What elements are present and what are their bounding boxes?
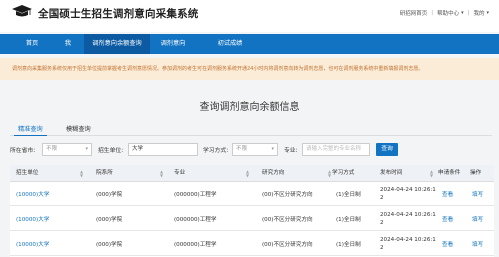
publish-time-line: 2 — [380, 195, 384, 201]
major-label: 专业: — [284, 148, 298, 154]
table-row: (10000)大学 (000)学院 (000000)工程学 (00)不区分研究方… — [10, 232, 494, 256]
nav-home[interactable]: 首页 — [14, 34, 50, 54]
view-conditions-link[interactable]: 查看 — [442, 240, 453, 248]
unit-link[interactable]: (10000)大学 — [16, 190, 49, 198]
dept-cell: (000)学院 — [96, 217, 123, 223]
top-links: 研招网首页 | 帮助中心 ▾ | 我的 ▾ — [400, 9, 489, 17]
view-conditions-link[interactable]: 查看 — [442, 190, 453, 198]
nav-quota-query[interactable]: 调剂意向余额查询 — [84, 34, 150, 54]
dept-cell: (000)学院 — [96, 192, 123, 198]
fill-in-link[interactable]: 填写 — [472, 190, 483, 198]
unit-input[interactable]: 大学 — [128, 143, 198, 156]
caret-down-icon[interactable]: ▾ — [486, 10, 489, 16]
nav-me[interactable]: 我 — [60, 34, 76, 54]
direction-cell: (00)不区分研究方向 — [262, 217, 313, 223]
col-study-mode: 学习方式 — [332, 170, 355, 176]
query-tabs: 精准查询 模糊查询 — [10, 122, 492, 136]
help-center-link[interactable]: 帮助中心 — [437, 9, 459, 17]
nav-intention[interactable]: 调剂意向 — [152, 34, 194, 54]
publish-time-cell: 2024-04-24 10:26:1 2 — [380, 211, 436, 227]
divider: | — [431, 10, 434, 16]
notice-banner: 调剂意向采集服务系统仅用于招生单位提前掌握考生调剂意愿情况。参加调剂的考生可在调… — [0, 58, 499, 80]
publish-time-line: 2024-04-24 10:26:1 — [380, 212, 436, 218]
province-value: 不限 — [46, 146, 58, 152]
fill-in-link[interactable]: 填写 — [472, 240, 483, 248]
unit-label: 招生单位: — [98, 148, 124, 154]
unit-link[interactable]: (10000)大学 — [16, 215, 49, 223]
table-row: (10000)大学 (000)学院 (000000)工程学 (00)不区分研究方… — [10, 207, 494, 231]
results-table: 招生单位 ▲ ▼ 院系所 ▲ ▼ 专业 ▲ ▼ 研究方向 ▲ ▼ 学习方式 发布时间 ▲… — [10, 165, 494, 257]
filter-bar: 所在省市: 不限 ▾ 招生单位: 大学 学习方式: 不限 ▾ 专业: 请输入完整… — [0, 143, 499, 157]
study-mode-cell: (1)全日制 — [336, 242, 361, 248]
fill-in-link[interactable]: 填写 — [472, 215, 483, 223]
publish-time-line: 2 — [380, 245, 384, 251]
sort-arrows-icon[interactable]: ▲ ▼ — [80, 170, 83, 178]
publish-time-cell: 2024-04-24 10:26:1 2 — [380, 186, 436, 202]
tab-exact-query[interactable]: 精准查询 — [14, 123, 47, 136]
sort-arrows-icon[interactable]: ▲ ▼ — [430, 170, 433, 178]
user-menu-link[interactable]: 我的 — [473, 9, 484, 17]
col-direction: 研究方向 — [262, 170, 285, 176]
publish-time-line: 2 — [380, 220, 384, 226]
major-input[interactable]: 请输入完整的专业名称 — [302, 143, 370, 156]
sort-arrows-icon[interactable]: ▲ ▼ — [246, 170, 249, 178]
table-header: 招生单位 ▲ ▼ 院系所 ▲ ▼ 专业 ▲ ▼ 研究方向 ▲ ▼ 学习方式 发布时间 ▲… — [10, 165, 494, 182]
col-publish-time: 发布时间 — [380, 170, 403, 176]
dept-cell: (000)学院 — [96, 242, 123, 248]
main-nav: 首页 我 调剂意向余额查询 调剂意向 初试成绩 — [0, 34, 499, 54]
home-link[interactable]: 研招网首页 — [400, 9, 428, 17]
col-action: 操作 — [470, 170, 482, 176]
site-title: 全国硕士生招生调剂意向采集系统 — [38, 8, 199, 20]
page-title: 查询调剂意向余额信息 — [199, 102, 300, 113]
view-conditions-link[interactable]: 查看 — [442, 215, 453, 223]
sort-arrows-icon[interactable]: ▲ ▼ — [160, 170, 163, 178]
direction-cell: (00)不区分研究方向 — [262, 192, 313, 198]
caret-down-icon: ▾ — [85, 146, 88, 152]
col-major: 专业 — [174, 170, 186, 176]
graduation-cap-icon — [12, 5, 32, 17]
divider: | — [467, 10, 470, 16]
col-conditions: 申请条件 — [438, 170, 461, 176]
unit-link[interactable]: (10000)大学 — [16, 240, 49, 248]
caret-down-icon: ▾ — [271, 146, 274, 152]
study-mode-select[interactable]: 不限 ▾ — [232, 143, 278, 156]
publish-time-line: 2024-04-24 10:26:1 — [380, 237, 436, 243]
study-mode-value: 不限 — [236, 146, 248, 152]
publish-time-line: 2024-04-24 10:26:1 — [380, 187, 436, 193]
table-row: (10000)大学 (000)学院 (000000)工程学 (00)不区分研究方… — [10, 182, 494, 206]
caret-down-icon[interactable]: ▾ — [461, 10, 464, 16]
province-label: 所在省市: — [10, 148, 36, 154]
nav-scores[interactable]: 初试成绩 — [206, 34, 254, 54]
direction-cell: (00)不区分研究方向 — [262, 242, 313, 248]
major-cell: (000000)工程学 — [174, 242, 217, 248]
major-cell: (000000)工程学 — [174, 192, 217, 198]
col-unit: 招生单位 — [16, 170, 39, 176]
col-dept: 院系所 — [96, 170, 113, 176]
study-mode-cell: (1)全日制 — [336, 217, 361, 223]
tab-fuzzy-query[interactable]: 模糊查询 — [62, 123, 95, 136]
study-mode-cell: (1)全日制 — [336, 192, 361, 198]
search-button[interactable]: 查询 — [376, 143, 398, 156]
top-header: 全国硕士生招生调剂意向采集系统 研招网首页 | 帮助中心 ▾ | 我的 ▾ — [0, 0, 499, 32]
sort-arrows-icon[interactable]: ▲ ▼ — [328, 170, 331, 178]
major-cell: (000000)工程学 — [174, 217, 217, 223]
province-select[interactable]: 不限 ▾ — [42, 143, 92, 156]
study-mode-label: 学习方式: — [203, 148, 229, 154]
publish-time-cell: 2024-04-24 10:26:1 2 — [380, 236, 436, 252]
